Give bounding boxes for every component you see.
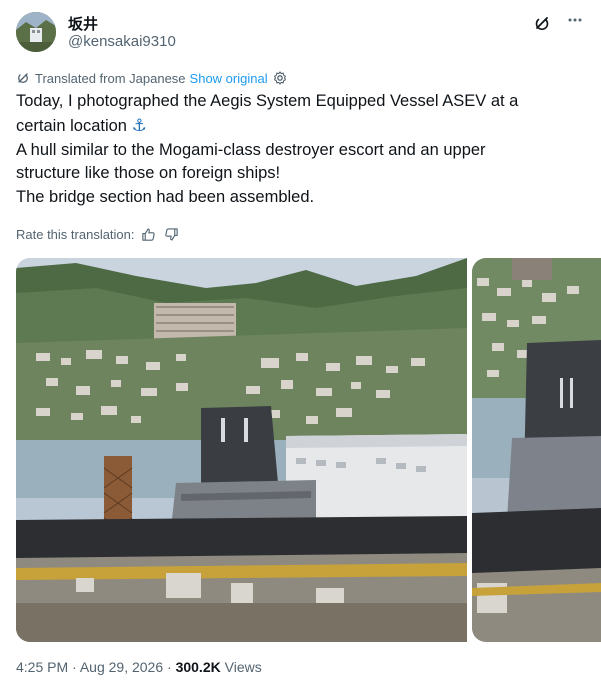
- grok-icon[interactable]: [533, 14, 551, 32]
- gear-icon[interactable]: [273, 71, 287, 85]
- meta-separator: ·: [167, 659, 172, 675]
- tweet-time[interactable]: 4:25 PM: [16, 659, 68, 675]
- tweet-line-2-wrapper: certain location ⚓: [16, 114, 576, 139]
- ship-closeup-photo: [472, 258, 601, 642]
- thumbs-up-icon[interactable]: [141, 227, 156, 242]
- more-icon: [568, 18, 582, 22]
- views-count: 300.2K: [175, 659, 221, 675]
- meta-separator: ·: [72, 659, 77, 675]
- views-label: Views: [224, 659, 262, 675]
- tweet-date[interactable]: Aug 29, 2026: [80, 659, 163, 675]
- tweet-header: 坂井 @kensakai9310: [16, 12, 585, 54]
- more-options-button[interactable]: [567, 12, 583, 33]
- translate-icon: [18, 73, 28, 84]
- thumbs-down-icon[interactable]: [164, 227, 179, 242]
- display-name[interactable]: 坂井: [68, 13, 98, 34]
- tweet-line-5: The bridge section had been assembled.: [16, 188, 315, 207]
- rate-translation: Rate this translation:: [16, 225, 179, 243]
- show-original-link[interactable]: Show original: [190, 71, 268, 86]
- avatar[interactable]: [16, 12, 56, 52]
- tweet-line-3: A hull similar to the Mogami-class destr…: [16, 140, 486, 159]
- rate-translation-label: Rate this translation:: [16, 226, 135, 242]
- tweet-text: Today, I photographed the Aegis System E…: [16, 90, 576, 210]
- user-handle[interactable]: @kensakai9310: [68, 33, 176, 50]
- tweet-line-1: Today, I photographed the Aegis System E…: [16, 92, 519, 110]
- tweet-line-4: structure like those on foreign ships!: [16, 164, 281, 183]
- tweet-line-2: certain location: [16, 116, 127, 135]
- shipyard-photo: [16, 258, 467, 642]
- tweet-photo-1[interactable]: [16, 258, 467, 642]
- tweet-photo-2[interactable]: [472, 258, 601, 642]
- translated-label: Translated from Japanese: [35, 70, 186, 86]
- translation-info: Translated from Japanese Show original: [16, 69, 287, 87]
- tweet-meta: 4:25 PM · Aug 29, 2026 · 300.2K Views: [16, 659, 262, 675]
- anchor-emoji: ⚓: [131, 115, 147, 135]
